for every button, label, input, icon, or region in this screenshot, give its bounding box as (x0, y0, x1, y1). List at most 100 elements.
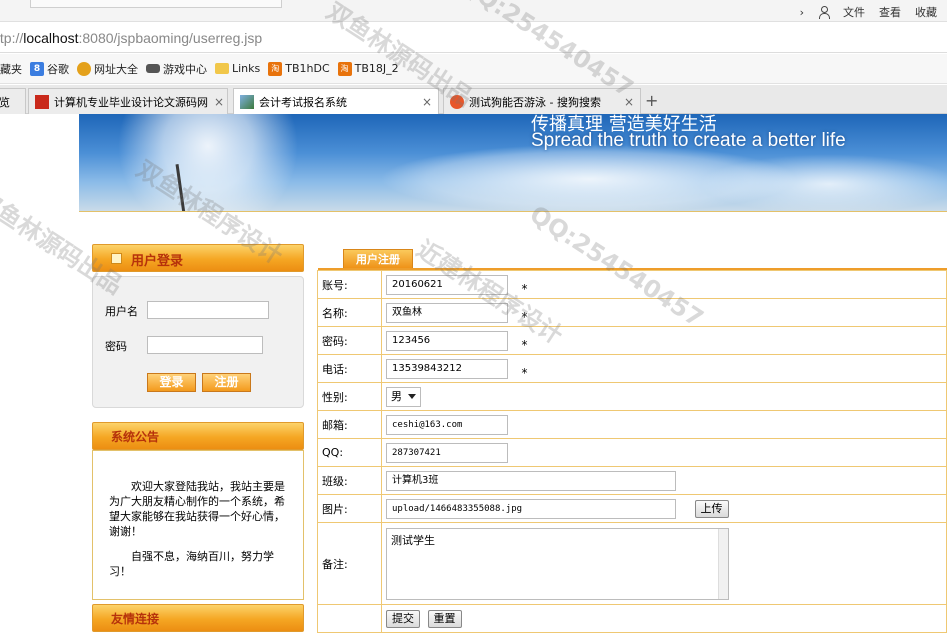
form-row-remark: 备注: 测试学生 (317, 522, 947, 605)
form-row-gender: 性别: 男 (317, 382, 947, 411)
qq-input[interactable]: 287307421 (386, 442, 508, 463)
email-label: 邮箱: (317, 410, 382, 439)
photo-path-input[interactable]: upload/1466483355088.jpg (386, 498, 676, 519)
required-mark: * (521, 309, 528, 324)
registration-form: 账号: 20160621 * 名称: 双鱼林 * 密码: 123456 * 电话… (317, 270, 947, 633)
submit-button[interactable]: 提交 (386, 609, 420, 628)
bookmark-favorites[interactable]: 藏夹 (0, 61, 22, 77)
user-icon[interactable] (818, 6, 830, 19)
username-input[interactable] (147, 301, 269, 319)
phone-label: 电话: (317, 354, 382, 383)
new-tab-button[interactable]: + (645, 91, 658, 110)
friend-links-title: 友情连接 (111, 612, 160, 626)
login-button[interactable]: 登录 (147, 373, 196, 392)
banner-cloud (699, 154, 947, 211)
chevron-down-icon (408, 394, 416, 399)
tab-exam-registration[interactable]: 会计考试报名系统 × (233, 88, 439, 115)
menu-file[interactable]: 文件 (843, 4, 865, 20)
form-row-name: 名称: 双鱼林 * (317, 298, 947, 327)
tab-user-registration[interactable]: 用户注册 (343, 249, 413, 269)
reset-button[interactable]: 重置 (427, 609, 462, 628)
sogou-icon (450, 94, 464, 109)
username-label: 用户名 (105, 305, 138, 318)
email-input[interactable]: ceshi@163.com (386, 414, 508, 435)
form-row-photo: 图片: upload/1466483355088.jpg 上传 (317, 494, 947, 523)
notice-panel-header: 系统公告 (92, 422, 304, 450)
class-input[interactable]: 计算机3班 (386, 470, 676, 491)
bookmark-google[interactable]: 8 谷歌 (30, 61, 69, 77)
menu-view[interactable]: 查看 (879, 4, 901, 20)
login-title: 用户登录 (131, 254, 184, 269)
titlebar-field (30, 0, 282, 8)
remark-textarea[interactable]: 测试学生 (386, 527, 729, 600)
bookmark-game-center[interactable]: 游戏中心 (146, 61, 207, 77)
bookmark-links[interactable]: Links (215, 62, 260, 75)
tab-sogou-search[interactable]: 测试狗能否游泳 - 搜狗搜索 × (443, 88, 641, 114)
register-button[interactable]: 注册 (202, 373, 251, 392)
url-text[interactable]: ttp://localhost:8080/jspbaoming/userreg.… (0, 30, 262, 46)
browser-titlebar: › 文件 查看 收藏 (0, 0, 947, 22)
browser-menu: › 文件 查看 收藏 (800, 4, 937, 20)
bookmark-web-directory[interactable]: 网址大全 (77, 61, 138, 77)
gender-label: 性别: (317, 382, 382, 411)
required-mark: * (521, 337, 528, 352)
password-input[interactable] (147, 336, 263, 354)
form-row-password: 密码: 123456 * (317, 326, 947, 355)
notice-panel: 欢迎大家登陆我站，我站主要是为广大朋友精心制作的一个系统，希望大家能够在我站获得… (92, 450, 304, 600)
form-row-email: 邮箱: ceshi@163.com (317, 410, 947, 439)
class-label: 班级: (317, 466, 382, 495)
banner-dandelion (109, 114, 329, 211)
taobao-icon: 淘 (268, 61, 283, 76)
password-label: 密码: (317, 326, 382, 355)
google-icon: 8 (30, 61, 44, 76)
site-banner: 传播真理 营造美好生活 Spread the truth to create a… (79, 114, 947, 212)
form-row-phone: 电话: 13539843212 * (317, 354, 947, 383)
web-icon (77, 61, 91, 76)
required-mark: * (521, 281, 528, 296)
site-favicon-icon (240, 95, 254, 109)
qq-label: QQ: (317, 438, 382, 467)
site-favicon-icon (35, 94, 49, 109)
form-row-account: 账号: 20160621 * (317, 270, 947, 299)
tab-partial[interactable]: 览 (0, 88, 26, 114)
address-bar[interactable]: ttp://localhost:8080/jspbaoming/userreg.… (0, 23, 947, 53)
account-input[interactable]: 20160621 (386, 274, 508, 295)
scrollbar[interactable] (718, 528, 728, 599)
taobao-icon: 淘 (337, 61, 352, 76)
phone-input[interactable]: 13539843212 (386, 358, 508, 379)
bookmarks-bar: 藏夹 8 谷歌 网址大全 游戏中心 Links 淘 TB1hDC 淘 TB18J_2 (0, 54, 947, 84)
required-mark: * (521, 365, 528, 380)
login-panel-header: 用户登录 (92, 244, 304, 272)
tab-cs-graduation[interactable]: 计算机专业毕业设计论文源码网 × (28, 88, 228, 114)
bookmark-tb1hdc[interactable]: 淘 TB1hDC (268, 61, 330, 76)
close-icon[interactable]: × (618, 95, 634, 109)
remark-label: 备注: (317, 522, 382, 605)
friend-links-header: 友情连接 (92, 604, 304, 632)
upload-button[interactable]: 上传 (694, 499, 729, 518)
left-sidebar: 用户登录 用户名 密码 登录 注册 系统公告 欢迎大家登陆我站，我站主要是为广大… (92, 244, 304, 640)
bookmark-tb18j[interactable]: 淘 TB18J_2 (337, 61, 399, 76)
login-icon (111, 253, 122, 264)
folder-icon (215, 63, 229, 74)
name-input[interactable]: 双鱼林 (386, 302, 508, 323)
form-row-qq: QQ: 287307421 (317, 438, 947, 467)
tab-strip: 览 计算机专业毕业设计论文源码网 × 会计考试报名系统 × 测试狗能否游泳 - … (0, 85, 947, 115)
notice-paragraph: 欢迎大家登陆我站，我站主要是为广大朋友精心制作的一个系统，希望大家能够在我站获得… (109, 480, 285, 538)
login-panel: 用户名 密码 登录 注册 (92, 276, 304, 408)
menu-favorites[interactable]: 收藏 (915, 4, 937, 20)
gender-select[interactable]: 男 (386, 386, 421, 407)
chevron-right-icon[interactable]: › (800, 6, 804, 19)
close-icon[interactable]: × (416, 95, 432, 109)
password-input[interactable]: 123456 (386, 330, 508, 351)
photo-label: 图片: (317, 494, 382, 523)
close-icon[interactable]: × (208, 95, 224, 109)
game-icon (146, 64, 160, 73)
form-row-class: 班级: 计算机3班 (317, 466, 947, 495)
account-label: 账号: (317, 270, 382, 299)
notice-paragraph: 自强不息，海纳百川，努力学习！ (109, 550, 274, 578)
banner-slogan-en: Spread the truth to create a better life (531, 130, 846, 151)
password-label: 密码 (105, 340, 127, 353)
notice-title: 系统公告 (111, 430, 160, 444)
name-label: 名称: (317, 298, 382, 327)
form-row-actions: 提交 重置 (317, 604, 947, 633)
